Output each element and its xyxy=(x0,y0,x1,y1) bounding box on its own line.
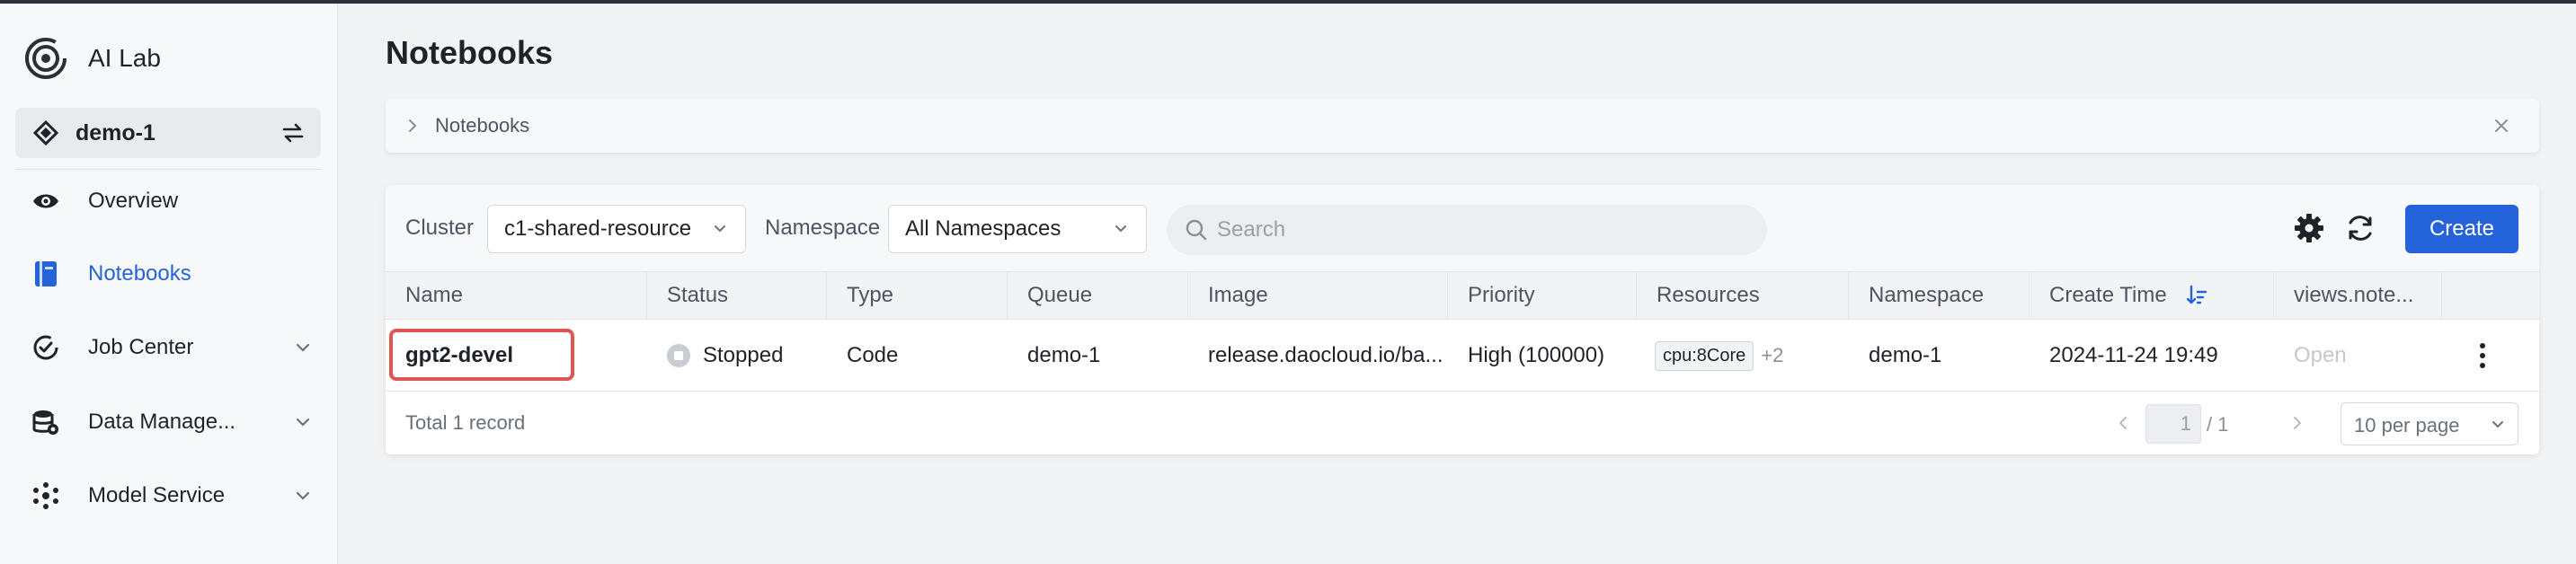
window-top-bar xyxy=(0,0,2576,4)
sidebar-item-label: Data Manage... xyxy=(88,410,236,434)
refresh-icon[interactable] xyxy=(2344,212,2376,244)
job-check-icon xyxy=(31,332,61,363)
page-size-value: 10 per page xyxy=(2354,414,2460,436)
sidebar-item-label: Overview xyxy=(88,189,179,213)
app-name: AI Lab xyxy=(88,44,161,72)
resource-tag: cpu:8Core xyxy=(1655,340,1754,371)
search-box[interactable] xyxy=(1167,205,1767,255)
page-size-select[interactable]: 10 per page xyxy=(2341,402,2518,445)
cell-namespace: demo-1 xyxy=(1869,343,1942,367)
column-header-status[interactable]: Status xyxy=(647,272,827,319)
cell-status: Stopped xyxy=(647,320,827,392)
namespace-select[interactable]: All Namespaces xyxy=(888,205,1147,253)
sidebar-item-overview[interactable]: Overview xyxy=(0,174,338,228)
column-header-resources[interactable]: Resources xyxy=(1637,272,1849,319)
page-number-input[interactable] xyxy=(2145,404,2201,444)
chevron-right-icon[interactable] xyxy=(404,117,422,135)
chevron-down-icon[interactable] xyxy=(293,412,313,432)
close-icon[interactable] xyxy=(2492,117,2510,135)
column-header-name[interactable]: Name xyxy=(386,272,647,319)
sort-descending-icon[interactable] xyxy=(2185,284,2208,307)
highlight-box xyxy=(389,329,574,381)
database-gear-icon xyxy=(31,407,61,437)
sidebar: AI Lab demo-1 Overview Notebooks Job Cen… xyxy=(0,4,338,564)
cell-queue: demo-1 xyxy=(1027,343,1101,367)
more-vertical-icon[interactable] xyxy=(2478,342,2487,369)
chevron-down-icon xyxy=(1115,225,1126,233)
chevron-down-icon[interactable] xyxy=(293,486,313,506)
search-icon xyxy=(1186,219,1207,241)
column-header-namespace[interactable]: Namespace xyxy=(1849,272,2030,319)
open-link: Open xyxy=(2294,343,2347,367)
sidebar-item-job-center[interactable]: Job Center xyxy=(0,321,338,375)
cell-actions xyxy=(2442,320,2539,392)
sidebar-item-label: Job Center xyxy=(88,335,194,359)
ai-lab-logo-icon xyxy=(25,38,67,79)
cluster-value: c1-shared-resource xyxy=(504,216,692,241)
filter-toolbar: Cluster c1-shared-resource Namespace All… xyxy=(386,185,2539,271)
breadcrumb-item[interactable]: Notebooks xyxy=(435,114,529,137)
column-header-label: Create Time xyxy=(2049,283,2167,307)
namespace-label: Namespace xyxy=(765,216,881,240)
table-row[interactable]: gpt2-devel Stopped Code demo-1 release.d… xyxy=(386,320,2539,392)
column-header-priority[interactable]: Priority xyxy=(1448,272,1637,319)
namespace-value: All Namespaces xyxy=(905,216,1061,241)
column-header-image[interactable]: Image xyxy=(1188,272,1448,319)
chevron-down-icon xyxy=(715,225,725,233)
sidebar-item-label: Model Service xyxy=(88,483,226,507)
sidebar-item-notebooks[interactable]: Notebooks xyxy=(0,247,338,301)
workspace-icon xyxy=(33,120,58,145)
cell-type: Code xyxy=(847,343,899,367)
table-header: Name Status Type Queue Image Priority Re… xyxy=(386,271,2539,320)
model-network-icon xyxy=(31,480,61,511)
cell-priority: High (100000) xyxy=(1468,343,1605,367)
table-footer: Total 1 record / 1 10 per page xyxy=(386,392,2539,454)
resource-more-count[interactable]: +2 xyxy=(1761,344,1783,367)
workspace-name: demo-1 xyxy=(76,119,155,145)
sidebar-item-model-service[interactable]: Model Service xyxy=(0,469,338,523)
gear-icon[interactable] xyxy=(2293,212,2325,244)
column-header-create-time[interactable]: Create Time xyxy=(2030,272,2274,319)
search-input[interactable] xyxy=(1217,210,1738,250)
workspace-selector[interactable]: demo-1 xyxy=(15,108,321,158)
cluster-select[interactable]: c1-shared-resource xyxy=(487,205,746,253)
stopped-status-icon xyxy=(667,344,690,367)
sidebar-item-label: Notebooks xyxy=(88,261,191,286)
switch-icon[interactable] xyxy=(280,119,306,146)
cell-open: Open xyxy=(2274,320,2442,392)
chevron-left-icon[interactable] xyxy=(2115,415,2131,431)
cluster-label: Cluster xyxy=(405,216,475,240)
sidebar-divider xyxy=(15,169,321,170)
cell-image: release.daocloud.io/ba... xyxy=(1208,343,1443,367)
cell-create-time: 2024-11-24 19:49 xyxy=(2049,343,2218,367)
notebooks-table-card: Cluster c1-shared-resource Namespace All… xyxy=(386,185,2539,454)
create-button[interactable]: Create xyxy=(2405,205,2518,253)
status-text: Stopped xyxy=(703,343,784,367)
notebook-icon xyxy=(31,259,61,289)
chevron-right-icon[interactable] xyxy=(2289,415,2305,431)
cell-resources: cpu:8Core +2 xyxy=(1637,320,1849,392)
column-header-queue[interactable]: Queue xyxy=(1008,272,1188,319)
cell-name[interactable]: gpt2-devel xyxy=(386,320,647,392)
chevron-down-icon[interactable] xyxy=(293,338,313,357)
column-header-views[interactable]: views.note... xyxy=(2274,272,2442,319)
eye-icon xyxy=(31,186,61,216)
column-header-type[interactable]: Type xyxy=(827,272,1008,319)
sidebar-item-data-management[interactable]: Data Manage... xyxy=(0,395,338,449)
total-pages: / 1 xyxy=(2207,413,2229,436)
chevron-down-icon xyxy=(2492,421,2503,428)
breadcrumb: Notebooks xyxy=(386,99,2539,153)
total-records: Total 1 record xyxy=(405,411,526,434)
page-title: Notebooks xyxy=(386,34,554,71)
brand[interactable]: AI Lab xyxy=(23,36,161,81)
column-header-actions xyxy=(2442,272,2539,319)
